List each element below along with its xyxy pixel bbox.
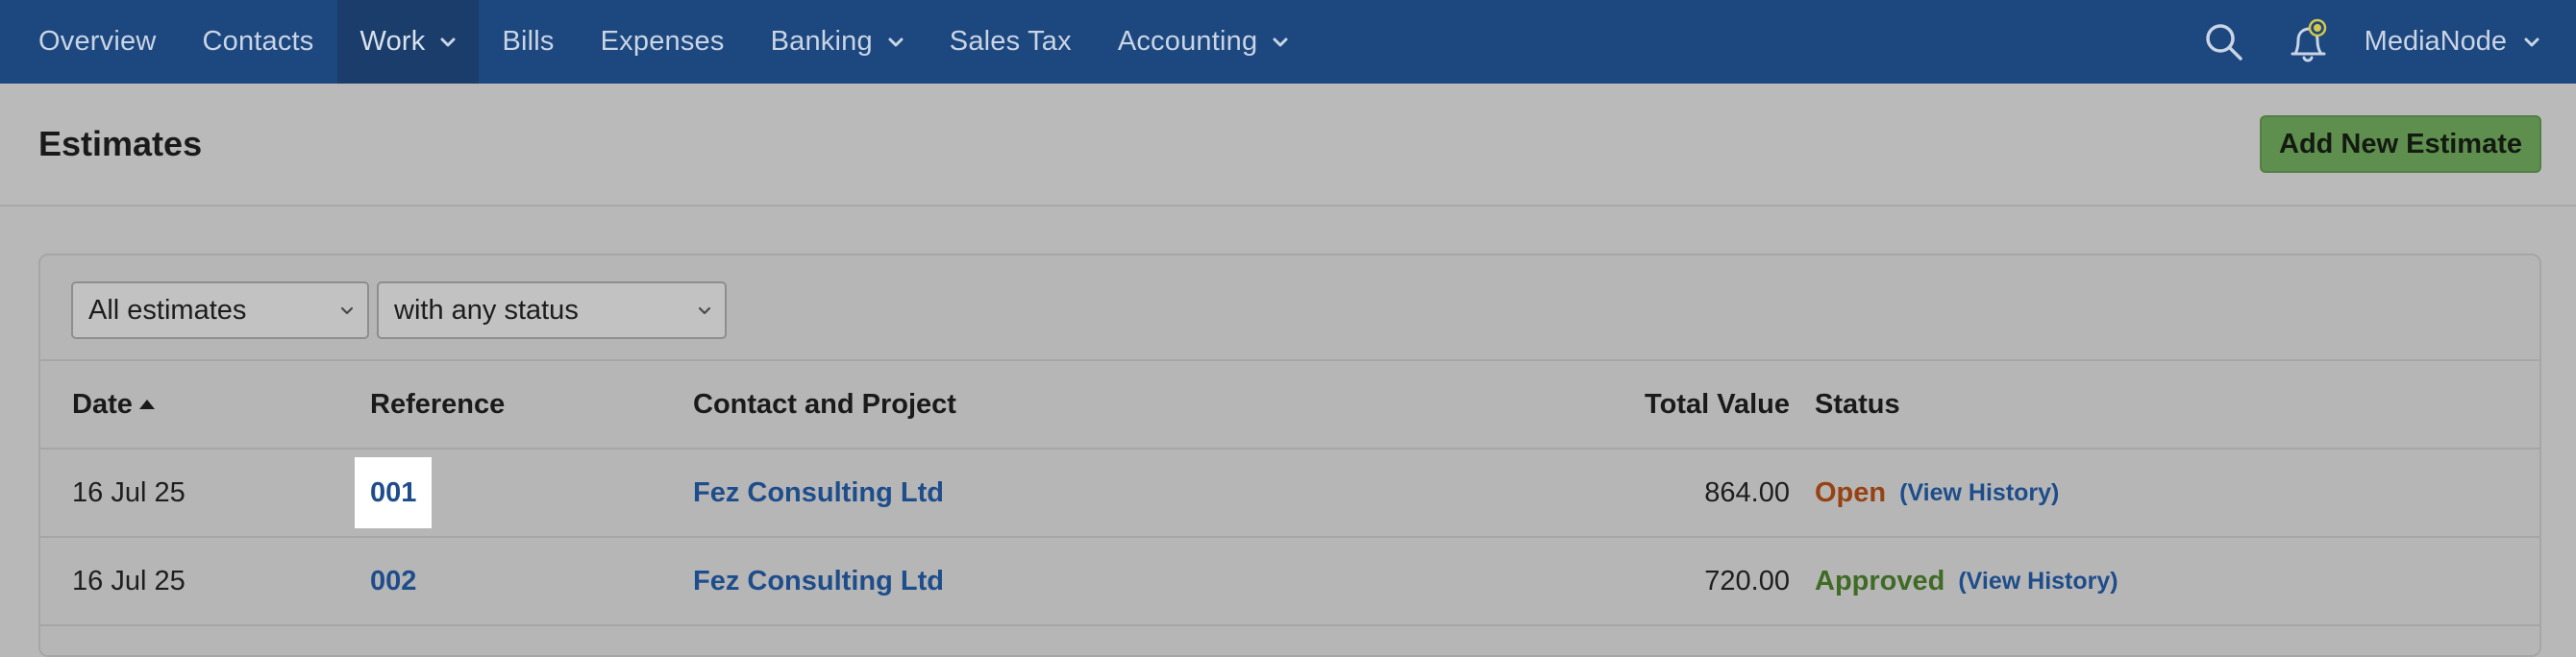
nav-banking-label: Banking [770,26,873,57]
view-history-link[interactable]: (View History) [1958,568,2118,596]
nav-sales-tax-label: Sales Tax [949,26,1072,57]
column-header-status[interactable]: Status [1815,361,1900,448]
column-header-total[interactable]: Total Value [1645,361,1790,448]
nav-overview[interactable]: Overview [0,0,179,84]
bell-icon [2291,18,2326,61]
estimate-scope-select[interactable]: All estimates [71,281,369,339]
page-title: Estimates [38,124,203,163]
column-header-total-label: Total Value [1645,388,1790,420]
column-header-contact[interactable]: Contact and Project [693,361,956,448]
nav-work-label: Work [359,26,426,57]
nav-overview-label: Overview [38,26,157,57]
search-button[interactable] [2195,13,2253,71]
status-badge: Open [1815,476,1887,508]
estimate-total: 864.00 [1704,476,1790,508]
nav-accounting-label: Accounting [1117,26,1258,57]
nav-work[interactable]: Work [336,0,480,84]
nav-banking[interactable]: Banking [748,0,927,84]
nav-expenses-label: Expenses [600,26,725,57]
contact-cell: Fez Consulting Ltd [693,450,944,536]
chevron-down-icon [340,306,354,315]
top-navigation: Overview Contacts Work Bills Expenses Ba… [0,0,2576,84]
status-filter-select[interactable]: with any status [377,281,727,339]
column-header-contact-label: Contact and Project [693,388,956,420]
column-header-reference-label: Reference [370,388,506,420]
status-cell: Open (View History) [1815,450,2059,536]
status-filter-value: with any status [394,294,579,326]
contact-link[interactable]: Fez Consulting Ltd [693,566,944,597]
estimate-reference-link[interactable]: 001 [355,457,433,528]
status-badge: Approved [1815,565,1945,596]
chevron-down-icon [888,37,904,46]
estimate-date: 16 Jul 25 [72,476,186,508]
estimate-total: 720.00 [1704,565,1790,596]
chevron-down-icon [698,306,711,315]
estimates-card: All estimates with any status Date Refer… [38,254,2541,657]
chevron-down-icon [440,37,456,46]
nav-right-group: MediaNode [2195,0,2576,84]
search-icon [2205,23,2242,61]
table-row: 16 Jul 25 001 Fez Consulting Ltd 864.00 … [40,450,2539,538]
nav-bills-label: Bills [502,26,555,57]
column-header-status-label: Status [1815,388,1900,420]
table-header: Date Reference Contact and Project Total… [40,361,2539,450]
column-header-date-label: Date [72,388,133,420]
nav-bills[interactable]: Bills [479,0,577,84]
table-row: 16 Jul 25 002 Fez Consulting Ltd 720.00 … [40,538,2539,626]
filter-bar: All estimates with any status [40,256,2539,361]
contact-link[interactable]: Fez Consulting Ltd [693,477,944,509]
estimate-scope-value: All estimates [88,294,247,326]
estimate-reference-cell: 001 [355,450,433,536]
column-header-reference[interactable]: Reference [370,361,505,448]
account-menu[interactable]: MediaNode [2365,26,2576,58]
column-header-date[interactable]: Date [72,361,156,448]
sort-ascending-icon [138,400,155,409]
chevron-down-icon [1273,37,1288,46]
nav-expenses[interactable]: Expenses [578,0,748,84]
estimate-reference-cell: 002 [370,538,416,624]
nav-accounting[interactable]: Accounting [1095,0,1312,84]
estimate-reference-link[interactable]: 002 [370,566,416,597]
add-new-estimate-button[interactable]: Add New Estimate [2260,115,2541,173]
notifications-button[interactable] [2280,13,2338,71]
status-cell: Approved (View History) [1815,538,2118,624]
page-header: Estimates Add New Estimate [0,84,2576,207]
nav-contacts-label: Contacts [202,26,314,57]
view-history-link[interactable]: (View History) [1899,479,2059,507]
account-name: MediaNode [2364,26,2507,57]
nav-sales-tax[interactable]: Sales Tax [927,0,1095,84]
contact-cell: Fez Consulting Ltd [693,538,944,624]
estimate-date: 16 Jul 25 [72,565,186,596]
chevron-down-icon [2524,37,2539,46]
nav-contacts[interactable]: Contacts [179,0,336,84]
